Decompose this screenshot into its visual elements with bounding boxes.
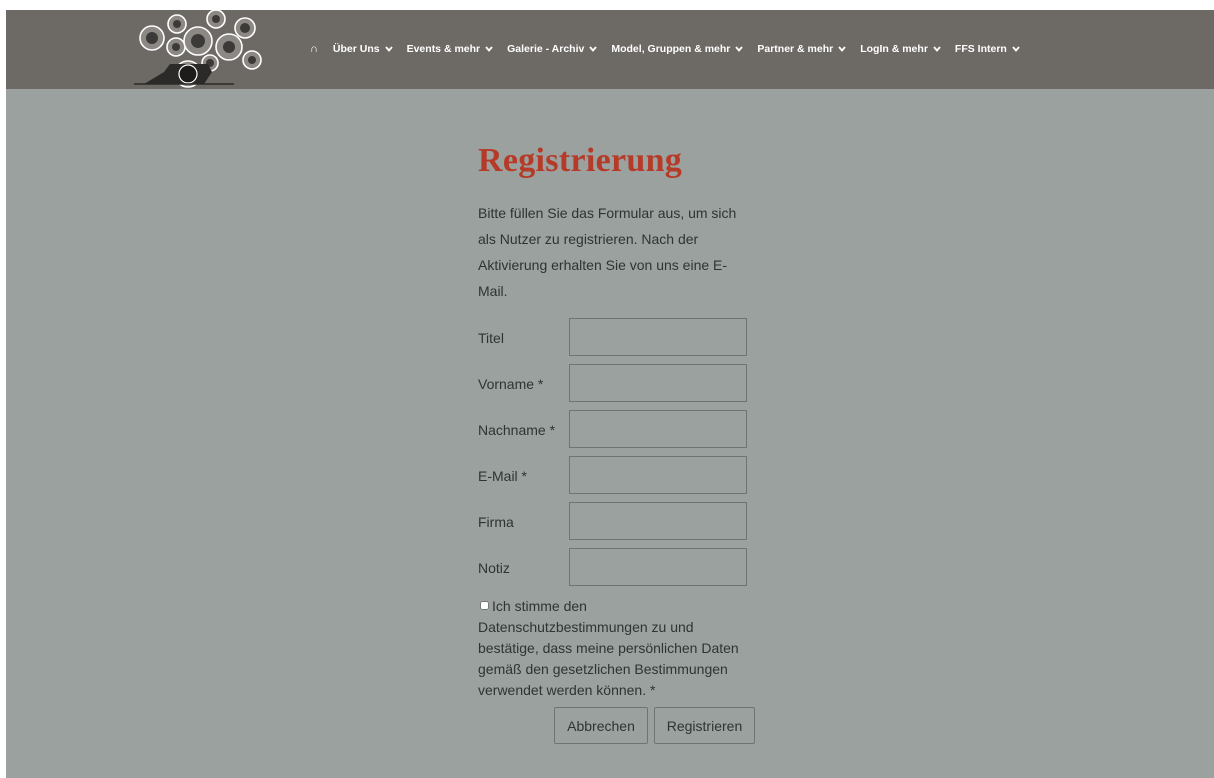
nav-item-label: LogIn & mehr [860, 42, 928, 55]
form-row-vorname: Vorname * [478, 364, 768, 410]
nav-item-galerie[interactable]: Galerie - Archiv [500, 43, 604, 55]
notiz-label: Notiz [478, 560, 510, 576]
nav-item-label: Events & mehr [406, 42, 481, 55]
nav-item-model[interactable]: Model, Gruppen & mehr [604, 43, 750, 55]
registration-form: Titel Vorname * Nachname * E-Mail * Firm… [478, 318, 768, 745]
chevron-down-icon [589, 45, 598, 52]
firma-label: Firma [478, 514, 514, 530]
firma-input[interactable] [569, 502, 747, 540]
home-icon[interactable]: ∩ [310, 43, 326, 55]
nav-item-ffs-intern[interactable]: FFS Intern [948, 43, 1027, 55]
page: ∩ Über Uns Events & mehr Galerie - Archi… [6, 10, 1214, 778]
chevron-down-icon [384, 45, 393, 52]
register-button[interactable]: Registrieren [654, 707, 755, 744]
form-row-nachname: Nachname * [478, 410, 768, 456]
form-buttons: Abbrechen Registrieren [478, 707, 768, 745]
titel-input[interactable] [569, 318, 747, 356]
chevron-down-icon [838, 45, 846, 52]
consent-row: Ich stimme den Datenschutzbestimmungen z… [478, 596, 748, 701]
form-row-titel: Titel [478, 318, 768, 364]
nav-item-partner[interactable]: Partner & mehr [750, 43, 853, 55]
vorname-label: Vorname * [478, 376, 544, 392]
notiz-input[interactable] [569, 548, 747, 586]
chevron-down-icon [1012, 45, 1020, 52]
form-row-email: E-Mail * [478, 456, 768, 502]
nav-item-label: Partner & mehr [757, 42, 834, 55]
form-row-firma: Firma [478, 502, 768, 548]
nachname-label: Nachname * [478, 422, 556, 438]
nav-item-label: Über Uns [332, 42, 380, 55]
nav-item-label: Galerie - Archiv [507, 42, 585, 55]
titel-label: Titel [478, 330, 504, 346]
vorname-input[interactable] [569, 364, 747, 402]
registration-section: Registrierung Bitte füllen Sie das Formu… [478, 142, 768, 745]
main-nav: ∩ Über Uns Events & mehr Galerie - Archi… [310, 9, 1027, 88]
form-row-notiz: Notiz [478, 548, 768, 594]
chevron-down-icon [735, 45, 744, 52]
consent-text: Ich stimme den Datenschutzbestimmungen z… [478, 598, 739, 698]
nav-item-ueber-uns[interactable]: Über Uns [326, 43, 400, 55]
navbar: ∩ Über Uns Events & mehr Galerie - Archi… [6, 10, 1214, 89]
cancel-button[interactable]: Abbrechen [554, 707, 648, 744]
nachname-input[interactable] [569, 410, 747, 448]
nav-item-events[interactable]: Events & mehr [400, 43, 501, 55]
chevron-down-icon [485, 45, 493, 52]
page-title: Registrierung [478, 142, 683, 179]
consent-checkbox[interactable] [480, 601, 489, 610]
email-input[interactable] [569, 456, 747, 494]
email-label: E-Mail * [478, 468, 528, 484]
nav-item-label: FFS Intern [954, 42, 1007, 55]
chevron-down-icon [933, 45, 941, 52]
nav-item-label: Model, Gruppen & mehr [611, 42, 731, 55]
club-logo[interactable] [134, 10, 266, 89]
intro-text: Bitte füllen Sie das Formular aus, um si… [478, 205, 737, 299]
nav-item-login[interactable]: LogIn & mehr [853, 43, 948, 55]
